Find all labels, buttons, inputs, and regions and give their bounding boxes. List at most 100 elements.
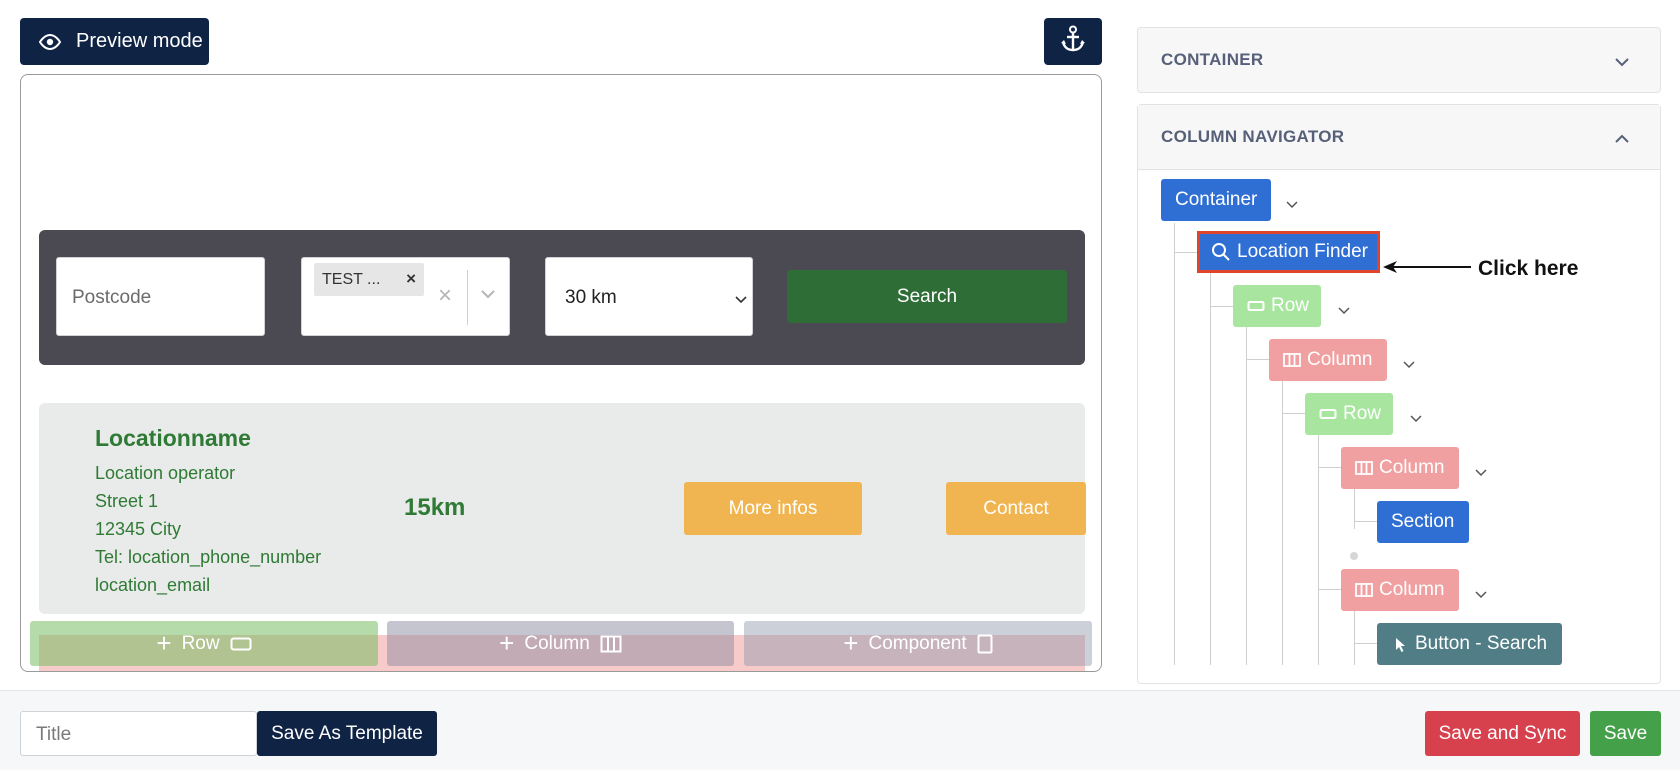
save-and-sync-button[interactable]: Save and Sync — [1425, 711, 1580, 756]
drop-point — [1350, 552, 1358, 560]
anchor-button[interactable] — [1044, 18, 1102, 65]
tree-node-button-search[interactable]: Button - Search — [1377, 623, 1562, 665]
tree-connector — [1210, 306, 1233, 307]
columns-icon — [1355, 583, 1373, 597]
tree-node-label: Column — [1379, 457, 1445, 478]
preview-mode-button[interactable]: Preview mode — [20, 18, 209, 65]
chevron-down-icon[interactable] — [1286, 196, 1298, 214]
tree-connector — [1282, 380, 1283, 665]
selected-tag: TEST ... × — [314, 263, 424, 296]
location-phone: Tel: location_phone_number — [95, 547, 322, 567]
chevron-down-icon[interactable] — [1475, 464, 1487, 482]
tree-connector — [1174, 223, 1175, 665]
plus-icon: + — [156, 628, 172, 658]
location-search-bar: Postcode TEST ... × × 30 km Search — [39, 230, 1085, 365]
row-icon — [1247, 300, 1265, 312]
add-component-button[interactable]: + Component — [744, 621, 1092, 666]
postcode-input[interactable]: Postcode — [56, 257, 265, 336]
tree-node-label: Row — [1271, 295, 1310, 316]
chevron-down-icon[interactable] — [1410, 410, 1422, 428]
tree-connector — [1354, 488, 1355, 529]
chevron-up-icon[interactable] — [1614, 131, 1630, 149]
tree-connector — [1174, 252, 1197, 253]
location-distance: 15km — [404, 494, 466, 521]
postcode-placeholder: Postcode — [72, 287, 152, 308]
selected-tag-label: TEST ... — [322, 270, 381, 288]
chevron-down-icon[interactable] — [1403, 356, 1415, 374]
tree-node-label: Section — [1391, 511, 1455, 532]
tag-remove-icon[interactable]: × — [406, 269, 416, 289]
tree-connector — [1354, 610, 1355, 665]
more-infos-button[interactable]: More infos — [684, 482, 862, 535]
clear-icon[interactable]: × — [438, 282, 452, 310]
location-name: Locationname — [95, 425, 251, 451]
tree-node-label: Button - Search — [1415, 633, 1548, 654]
anchor-icon — [1060, 25, 1086, 58]
columns-icon — [600, 635, 622, 653]
tree-connector — [1318, 434, 1319, 665]
tree-connector — [1318, 467, 1341, 468]
columns-icon — [1283, 353, 1301, 367]
row-icon — [1319, 408, 1337, 420]
tree-node-label: Column — [1379, 579, 1445, 600]
tree-node-section[interactable]: Section — [1377, 501, 1469, 543]
column-navigator-title: COLUMN NAVIGATOR — [1161, 127, 1345, 146]
search-icon — [1211, 242, 1231, 262]
tree-node-container[interactable]: Container — [1161, 179, 1271, 221]
tree-node-label: Container — [1175, 189, 1258, 210]
chevron-down-icon[interactable] — [1338, 302, 1350, 320]
location-operator: Location operator — [95, 463, 236, 483]
location-city: 12345 City — [95, 519, 182, 539]
row-icon — [230, 637, 252, 651]
location-result-card: Locationname Location operator Street 1 … — [39, 403, 1086, 614]
chevron-down-icon — [734, 291, 748, 309]
plus-icon: + — [499, 628, 515, 658]
tree-node-label: Row — [1343, 403, 1382, 424]
footer-bar: Title Save As Template Save and Sync Sav… — [0, 690, 1680, 770]
tree-connector — [1282, 413, 1305, 414]
add-column-label: Column — [524, 632, 590, 654]
container-card-title: CONTAINER — [1161, 50, 1264, 69]
chevron-down-icon[interactable] — [1614, 54, 1630, 72]
chevron-down-icon[interactable] — [1475, 586, 1487, 604]
column-tree: Container Location Finder Row Column Row… — [1138, 171, 1660, 665]
pointer-icon — [1391, 635, 1409, 653]
add-column-button[interactable]: + Column — [387, 621, 734, 666]
tree-connector — [1246, 327, 1247, 665]
tree-node-column[interactable]: Column — [1341, 447, 1459, 489]
eye-icon — [38, 33, 62, 50]
save-button[interactable]: Save — [1590, 711, 1661, 756]
tree-node-label: Column — [1307, 349, 1373, 370]
chevron-down-icon[interactable] — [480, 286, 496, 304]
location-email: location_email — [95, 575, 211, 595]
category-multiselect[interactable]: TEST ... × × — [301, 257, 510, 336]
columns-icon — [1355, 461, 1373, 475]
distance-select[interactable]: 30 km — [545, 257, 753, 336]
tree-node-row[interactable]: Row — [1305, 393, 1393, 435]
tree-node-column[interactable]: Column — [1269, 339, 1387, 381]
tree-connector — [1354, 521, 1377, 522]
add-component-label: Component — [868, 632, 967, 654]
distance-select-value: 30 km — [565, 287, 617, 308]
click-here-annotation: Click here — [1478, 257, 1579, 280]
tree-node-location-finder[interactable]: Location Finder — [1197, 231, 1380, 273]
builder-canvas: Postcode TEST ... × × 30 km Search Locat… — [20, 74, 1102, 672]
location-street: Street 1 — [95, 491, 159, 511]
plus-icon: + — [843, 628, 859, 658]
search-button[interactable]: Search — [787, 270, 1067, 323]
save-as-template-button[interactable]: Save As Template — [257, 711, 437, 756]
tree-connector — [1318, 589, 1341, 590]
tree-connector — [1246, 359, 1269, 360]
column-navigator-card: COLUMN NAVIGATOR Container Location Find… — [1137, 104, 1661, 684]
add-row-button[interactable]: + Row — [30, 621, 378, 666]
tree-node-label: Location Finder — [1237, 241, 1368, 262]
title-input[interactable]: Title — [20, 711, 257, 756]
tree-node-column[interactable]: Column — [1341, 569, 1459, 611]
tree-connector — [1210, 273, 1211, 665]
column-navigator-header[interactable]: COLUMN NAVIGATOR — [1138, 105, 1660, 170]
add-row-label: Row — [181, 632, 220, 654]
tree-node-row[interactable]: Row — [1233, 285, 1321, 327]
contact-button[interactable]: Contact — [946, 482, 1086, 535]
container-card[interactable]: CONTAINER — [1137, 27, 1661, 93]
title-placeholder: Title — [36, 724, 72, 745]
